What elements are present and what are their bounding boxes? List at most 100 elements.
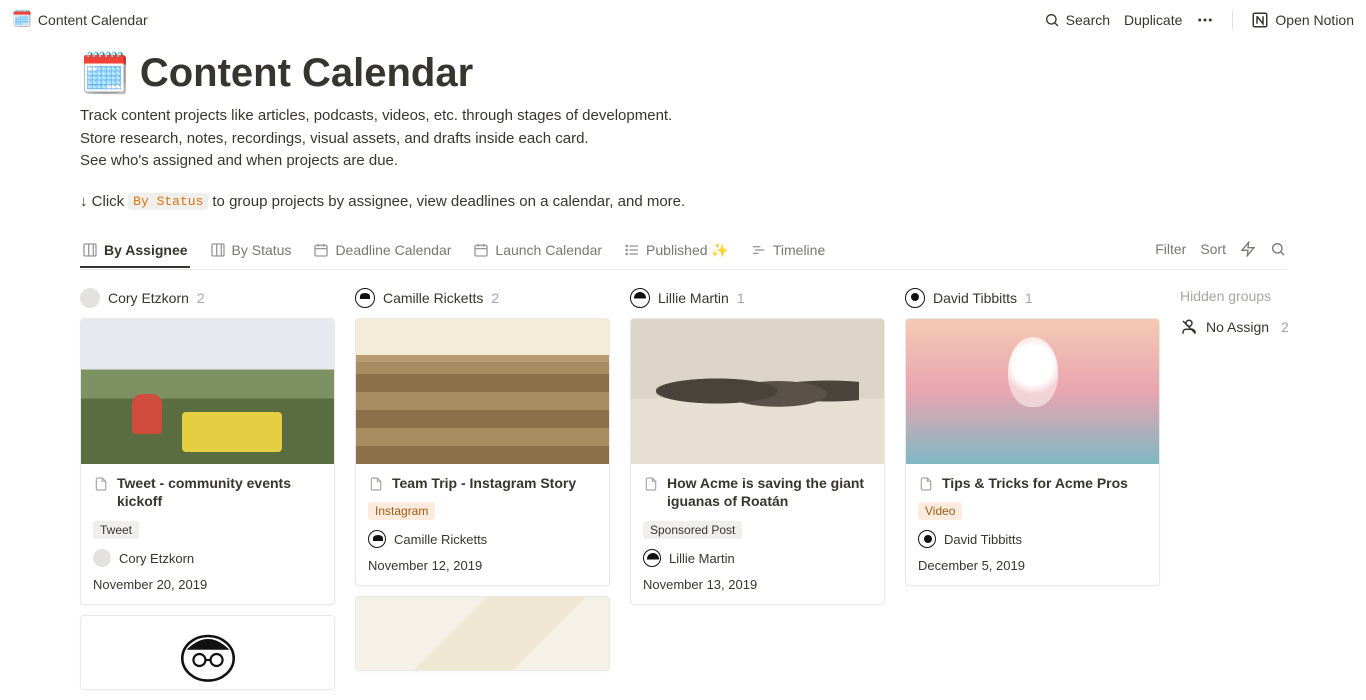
page-emoji-icon[interactable]: 🗓️ (80, 50, 130, 97)
search-button[interactable]: Search (1044, 12, 1110, 28)
assignee-name: Camille Ricketts (394, 532, 487, 547)
board-column: David Tibbitts 1 Tips & Tricks for Acme Pr… (905, 288, 1160, 597)
view-actions: Filter Sort (1155, 241, 1286, 263)
assignee-name: David Tibbitts (944, 532, 1022, 547)
avatar (355, 288, 375, 308)
column-assignee: Cory Etzkorn (108, 290, 189, 306)
tab-by-assignee[interactable]: By Assignee (80, 236, 190, 268)
card-cover (81, 616, 334, 690)
card-body: How Acme is saving the giant iguanas of … (631, 464, 884, 605)
search-icon (1270, 241, 1286, 257)
card-tag: Sponsored Post (643, 521, 742, 539)
column-header[interactable]: Camille Ricketts2 (355, 288, 610, 308)
calendar-emoji-icon: 🗓️ (12, 12, 32, 28)
breadcrumb-title: Content Calendar (38, 12, 148, 28)
hidden-groups: Hidden groups No Assign 2 (1180, 288, 1330, 336)
card-cover (356, 319, 609, 464)
card-date: November 13, 2019 (643, 577, 872, 592)
page-description[interactable]: Track content projects like articles, po… (80, 105, 1286, 173)
card-body: Tweet - community events kickoff Tweet Cor… (81, 464, 334, 605)
tab-by-status[interactable]: By Status (208, 236, 294, 268)
breadcrumb[interactable]: 🗓️ Content Calendar (12, 12, 148, 28)
card-cover (631, 319, 884, 464)
board-column: Camille Ricketts2Team Trip - Instagram S… (355, 288, 610, 682)
column-assignee: Lillie Martin (658, 290, 729, 306)
tab-label: Timeline (773, 242, 825, 258)
page-hint: ↓ Click By Status to group projects by a… (80, 193, 1286, 210)
hidden-group-item[interactable]: No Assign 2 (1180, 318, 1330, 336)
tab-timeline[interactable]: Timeline (749, 236, 827, 268)
avatar (630, 288, 650, 308)
bolt-icon (1240, 241, 1256, 257)
page-icon (368, 476, 384, 492)
card-tag: Video (918, 502, 962, 520)
board-card[interactable]: Tweet - community events kickoff Tweet Cor… (80, 318, 335, 606)
page-icon (918, 476, 934, 492)
column-header[interactable]: Cory Etzkorn 2 (80, 288, 335, 308)
board-card[interactable]: Team Trip - Instagram Story Instagram Cami… (355, 318, 610, 587)
board-card[interactable] (355, 596, 610, 671)
board-card[interactable]: How Acme is saving the giant iguanas of … (630, 318, 885, 606)
card-title: Team Trip - Instagram Story (392, 474, 576, 493)
hint-suffix: to group projects by assignee, view dead… (212, 193, 685, 210)
column-count: 2 (491, 290, 499, 306)
assignee-name: Cory Etzkorn (119, 551, 194, 566)
card-title: Tips & Tricks for Acme Pros (942, 474, 1128, 493)
column-count: 2 (197, 290, 205, 306)
tab-label: Launch Calendar (495, 242, 602, 258)
sort-button[interactable]: Sort (1200, 241, 1226, 257)
card-tag: Tweet (93, 521, 139, 539)
board-column: Lillie Martin 1 How Acme is saving the gia… (630, 288, 885, 616)
view-tabs-row: By Assignee By Status Deadline Calendar Lau… (80, 236, 1286, 270)
more-button[interactable] (1196, 11, 1214, 29)
column-header[interactable]: David Tibbitts 1 (905, 288, 1160, 308)
card-date: December 5, 2019 (918, 558, 1147, 573)
card-body: Team Trip - Instagram Story Instagram Cami… (356, 464, 609, 586)
calendar-icon (473, 242, 489, 258)
tab-label: By Status (232, 242, 292, 258)
hint-chip: By Status (128, 193, 208, 210)
tab-deadline-calendar[interactable]: Deadline Calendar (311, 236, 453, 268)
hidden-groups-title: Hidden groups (1180, 288, 1330, 304)
page-title[interactable]: Content Calendar (140, 51, 473, 96)
avatar (643, 549, 661, 567)
avatar (905, 288, 925, 308)
board-column: Cory Etzkorn 2 Tweet - community events ki… (80, 288, 335, 700)
column-assignee: David Tibbitts (933, 290, 1017, 306)
board-card[interactable]: Tips & Tricks for Acme Pros Video David Ti… (905, 318, 1160, 587)
hidden-group-label: No Assign (1206, 319, 1269, 335)
desc-line: See who's assigned and when projects are… (80, 150, 1286, 173)
column-count: 1 (737, 290, 745, 306)
calendar-icon (313, 242, 329, 258)
avatar (918, 530, 936, 548)
filter-button[interactable]: Filter (1155, 241, 1186, 257)
open-notion-button[interactable]: Open Notion (1251, 11, 1354, 29)
column-count: 1 (1025, 290, 1033, 306)
column-header[interactable]: Lillie Martin 1 (630, 288, 885, 308)
page-title-row: 🗓️ Content Calendar (80, 50, 1286, 97)
page-content: 🗓️ Content Calendar Track content projec… (0, 50, 1366, 700)
search-label: Search (1066, 12, 1110, 28)
tab-published-[interactable]: Published ✨ (622, 236, 731, 269)
card-title: Tweet - community events kickoff (117, 474, 322, 512)
duplicate-label: Duplicate (1124, 12, 1182, 28)
page-icon (643, 476, 659, 492)
avatar (93, 549, 111, 567)
board-card[interactable] (80, 615, 335, 690)
list-icon (624, 242, 640, 258)
tab-label: Published ✨ (646, 242, 729, 259)
page-icon (93, 476, 109, 492)
duplicate-button[interactable]: Duplicate (1124, 12, 1182, 28)
hidden-group-count: 2 (1281, 319, 1289, 335)
automation-button[interactable] (1240, 241, 1256, 257)
card-tag: Instagram (368, 502, 435, 520)
view-tabs: By Assignee By Status Deadline Calendar Lau… (80, 236, 827, 269)
board-icon (210, 242, 226, 258)
notion-logo-icon (1251, 11, 1269, 29)
topbar: 🗓️ Content Calendar Search Duplicate Ope… (0, 0, 1366, 40)
tab-launch-calendar[interactable]: Launch Calendar (471, 236, 604, 268)
avatar (80, 288, 100, 308)
search-view-button[interactable] (1270, 241, 1286, 257)
board: Cory Etzkorn 2 Tweet - community events ki… (80, 288, 1286, 700)
no-assign-icon (1180, 318, 1198, 336)
